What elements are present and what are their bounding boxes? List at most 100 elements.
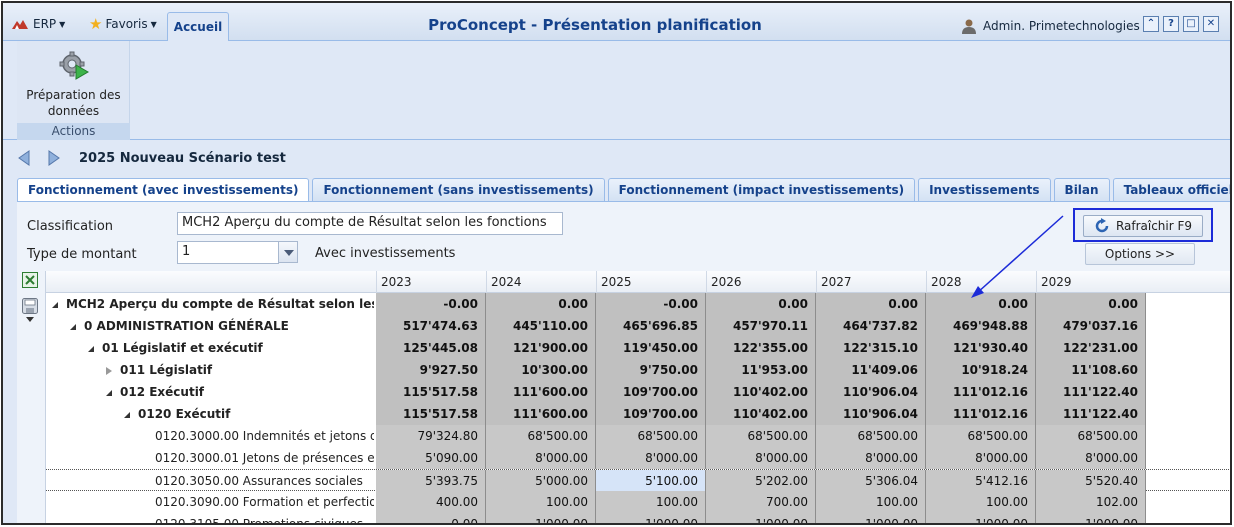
value-cell[interactable]: 68'500.00 (1036, 425, 1146, 447)
value-cell[interactable]: 122'231.00 (1036, 337, 1146, 359)
value-cell[interactable]: 68'500.00 (926, 425, 1036, 447)
value-cell[interactable]: 9'927.50 (376, 359, 486, 381)
value-cell[interactable]: 465'696.85 (596, 315, 706, 337)
value-cell[interactable]: 125'445.08 (376, 337, 486, 359)
value-cell[interactable]: 700.00 (706, 491, 816, 513)
value-cell[interactable]: 457'970.11 (706, 315, 816, 337)
type-montant-dropdown-button[interactable] (278, 241, 298, 263)
value-cell[interactable]: 479'037.16 (1036, 315, 1146, 337)
value-cell[interactable]: 1'000.00 (926, 513, 1036, 523)
value-cell[interactable]: 115'517.58 (376, 381, 486, 403)
value-cell[interactable]: 10'300.00 (486, 359, 596, 381)
value-cell[interactable]: 11'409.06 (816, 359, 926, 381)
value-cell[interactable]: 119'450.00 (596, 337, 706, 359)
value-cell[interactable]: 10'918.24 (926, 359, 1036, 381)
value-cell[interactable]: 8'000.00 (706, 447, 816, 469)
table-row[interactable]: 0120.3050.00 Assurances sociales 5'393.75… (46, 469, 1230, 492)
collapse-arrow-icon[interactable] (70, 323, 76, 330)
value-cell[interactable]: 110'906.04 (816, 403, 926, 425)
table-row[interactable]: 0 ADMINISTRATION GÉNÉRALE 517'474.63 445'1… (46, 315, 1230, 337)
value-cell[interactable]: 68'500.00 (596, 425, 706, 447)
value-cell[interactable]: 122'355.00 (706, 337, 816, 359)
value-cell[interactable]: -0.00 (596, 293, 706, 315)
value-cell[interactable]: 5'100.00 (596, 470, 706, 492)
value-cell[interactable]: 100.00 (816, 491, 926, 513)
value-cell[interactable]: 79'324.80 (376, 425, 486, 447)
table-row[interactable]: 0120.3000.00 Indemnités et jetons de pré… (46, 425, 1230, 447)
value-cell[interactable]: 8'000.00 (596, 447, 706, 469)
value-cell[interactable]: 68'500.00 (816, 425, 926, 447)
options-button[interactable]: Options >> (1085, 243, 1195, 265)
value-cell[interactable]: 11'953.00 (706, 359, 816, 381)
value-cell[interactable]: 0.00 (706, 293, 816, 315)
excel-export-icon[interactable] (22, 272, 38, 288)
next-arrow-icon[interactable] (47, 149, 61, 167)
year-column-header[interactable]: 2028 (926, 271, 1036, 293)
value-cell[interactable]: 8'000.00 (926, 447, 1036, 469)
value-cell[interactable]: 9'750.00 (596, 359, 706, 381)
value-cell[interactable]: 1'000.00 (706, 513, 816, 523)
table-row[interactable]: MCH2 Aperçu du compte de Résultat selon … (46, 293, 1230, 315)
user-menu[interactable]: Admin. Primetechnologies ▼ (961, 18, 1150, 34)
table-row[interactable]: 0120 Exécutif 115'517.58 111'600.00 109'700… (46, 403, 1230, 425)
year-column-header[interactable]: 2025 (596, 271, 706, 293)
collapse-arrow-icon[interactable] (106, 389, 112, 396)
save-layout-icon[interactable] (22, 298, 38, 314)
value-cell[interactable]: 100.00 (926, 491, 1036, 513)
tab-tableaux-officiels[interactable]: Tableaux officiels (1112, 178, 1230, 202)
preparation-donnees-button[interactable]: Préparation des données (17, 51, 130, 119)
collapse-arrow-icon[interactable] (52, 301, 58, 308)
maximize-button[interactable]: □ (1183, 16, 1199, 32)
value-cell[interactable]: 109'700.00 (596, 381, 706, 403)
value-cell[interactable]: 0.00 (816, 293, 926, 315)
tab-fonctionnement-impact[interactable]: Fonctionnement (impact investissements) (607, 178, 916, 202)
value-cell[interactable]: 0.00 (376, 513, 486, 523)
value-cell[interactable]: 445'110.00 (486, 315, 596, 337)
value-cell[interactable]: 122'315.10 (816, 337, 926, 359)
value-cell[interactable]: 111'122.40 (1036, 381, 1146, 403)
table-row[interactable]: 012 Exécutif 115'517.58 111'600.00 109'700.… (46, 381, 1230, 403)
value-cell[interactable]: 121'900.00 (486, 337, 596, 359)
value-cell[interactable]: 68'500.00 (486, 425, 596, 447)
value-cell[interactable]: 102.00 (1036, 491, 1146, 513)
value-cell[interactable]: 110'402.00 (706, 403, 816, 425)
value-cell[interactable]: 5'412.16 (926, 470, 1036, 492)
value-cell[interactable]: 464'737.82 (816, 315, 926, 337)
value-cell[interactable]: 68'500.00 (706, 425, 816, 447)
value-cell[interactable]: 111'122.40 (1036, 403, 1146, 425)
year-column-header[interactable]: 2024 (486, 271, 596, 293)
value-cell[interactable]: 0.00 (486, 293, 596, 315)
value-cell[interactable]: -0.00 (376, 293, 486, 315)
value-cell[interactable]: 5'202.00 (706, 470, 816, 492)
previous-arrow-icon[interactable] (17, 149, 31, 167)
table-row[interactable]: 01 Législatif et exécutif 125'445.08 121'9… (46, 337, 1230, 359)
table-row[interactable]: 0120.3000.01 Jetons de présences et frai… (46, 447, 1230, 469)
value-cell[interactable]: 8'000.00 (1036, 447, 1146, 469)
collapse-ribbon-button[interactable]: ⌃ (1143, 16, 1159, 32)
collapse-arrow-icon[interactable] (88, 345, 94, 352)
value-cell[interactable]: 111'600.00 (486, 381, 596, 403)
value-cell[interactable]: 109'700.00 (596, 403, 706, 425)
value-cell[interactable]: 1'000.00 (816, 513, 926, 523)
refresh-button[interactable]: Rafraîchir F9 (1083, 215, 1203, 237)
value-cell[interactable]: 400.00 (376, 491, 486, 513)
value-cell[interactable]: 100.00 (596, 491, 706, 513)
value-cell[interactable]: 5'393.75 (376, 470, 486, 492)
year-column-header[interactable]: 2023 (376, 271, 486, 293)
value-cell[interactable]: 0.00 (926, 293, 1036, 315)
value-cell[interactable]: 115'517.58 (376, 403, 486, 425)
value-cell[interactable]: 8'000.00 (816, 447, 926, 469)
value-cell[interactable]: 100.00 (486, 491, 596, 513)
table-row[interactable]: 0120.3090.00 Formation et perfectionneme… (46, 491, 1230, 513)
value-cell[interactable]: 5'520.40 (1036, 470, 1146, 492)
expand-arrow-icon[interactable] (106, 366, 112, 375)
value-cell[interactable]: 121'930.40 (926, 337, 1036, 359)
value-cell[interactable]: 111'012.16 (926, 381, 1036, 403)
value-cell[interactable]: 110'906.04 (816, 381, 926, 403)
year-column-header[interactable]: 2026 (706, 271, 816, 293)
year-column-header[interactable]: 2027 (816, 271, 926, 293)
collapse-arrow-icon[interactable] (124, 411, 130, 418)
value-cell[interactable]: 111'012.16 (926, 403, 1036, 425)
tab-fonctionnement-sans[interactable]: Fonctionnement (sans investissements) (312, 178, 605, 202)
value-cell[interactable]: 1'000.00 (596, 513, 706, 523)
